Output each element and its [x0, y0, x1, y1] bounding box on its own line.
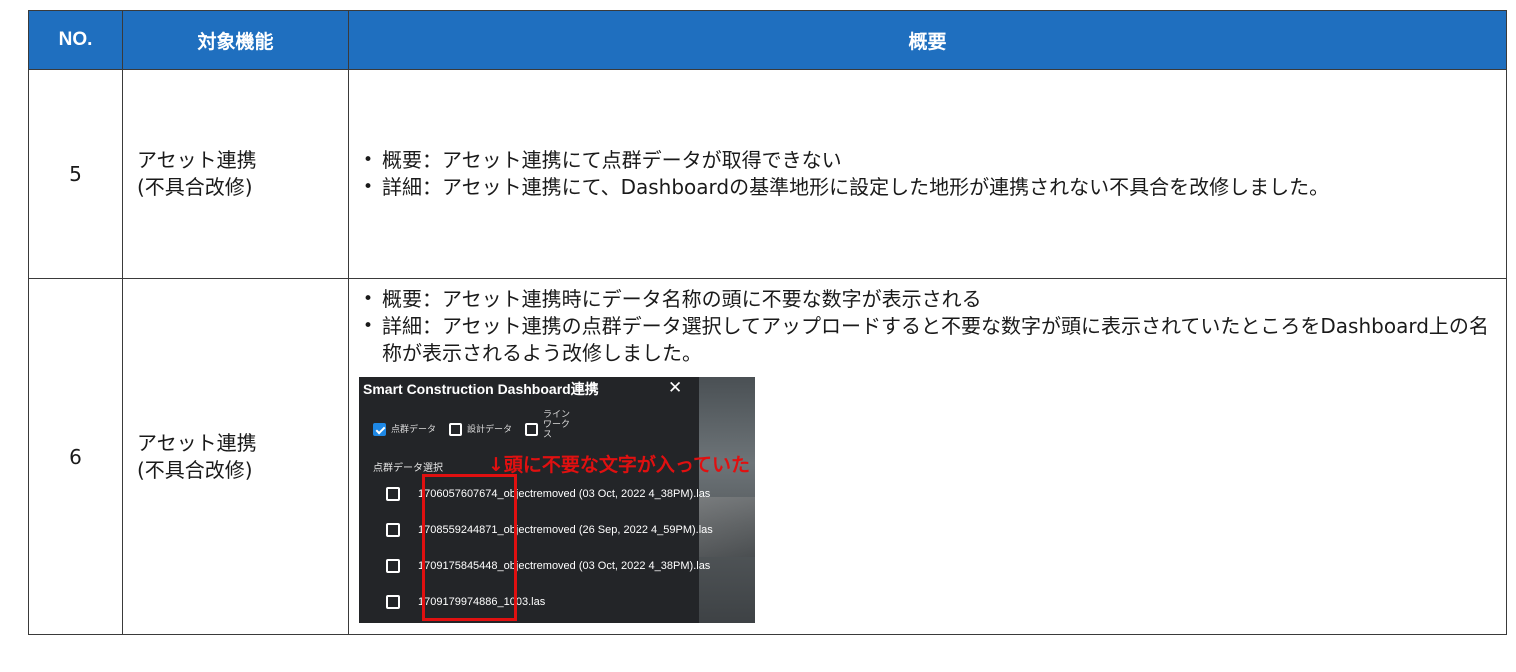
filter-linework[interactable]: ラインワークス	[525, 409, 577, 439]
checkbox-icon[interactable]	[525, 422, 538, 436]
detail-bullet: 詳細：アセット連携にて、Dashboardの基準地形に設定した地形が連携されない…	[359, 174, 1492, 201]
feature-name: アセット連携	[137, 148, 257, 172]
feature-cell: アセット連携 (不具合改修)	[122, 278, 349, 635]
summary-cell: 概要：アセット連携にて点群データが取得できない 詳細：アセット連携にて、Dash…	[348, 69, 1507, 279]
annotation-label: ↓頭に不要な文字が入っていた	[488, 454, 750, 476]
filter-label: ラインワークス	[543, 409, 571, 439]
header-summary: 概要	[348, 10, 1507, 70]
checkbox-icon[interactable]	[386, 595, 400, 609]
filter-label: 点群データ	[391, 424, 437, 434]
checkbox-checked-icon[interactable]	[373, 422, 386, 436]
dashboard-link-dialog: Smart Construction Dashboard連携 ✕ 点群データ 設…	[359, 377, 713, 623]
filter-point-cloud[interactable]: 点群データ	[373, 421, 436, 437]
summary-bullet: 概要：アセット連携時にデータ名称の頭に不要な数字が表示される	[359, 286, 1492, 313]
header-row: NO. 対象機能 概要	[28, 10, 1507, 70]
checkbox-icon[interactable]	[386, 523, 400, 537]
summary-bullet: 概要：アセット連携にて点群データが取得できない	[359, 147, 1492, 174]
filter-label: 設計データ	[467, 424, 513, 434]
feature-name: アセット連携	[137, 430, 257, 455]
dialog-title: Smart Construction Dashboard連携	[363, 381, 599, 397]
header-feature: 対象機能	[122, 10, 349, 70]
feature-cell: アセット連携 (不具合改修)	[122, 69, 349, 279]
header-no: NO.	[28, 10, 123, 70]
checkbox-icon[interactable]	[386, 487, 400, 501]
release-notes-table: NO. 対象機能 概要 5 アセット連携 (不具合改修) 概要：アセット連携にて…	[28, 10, 1507, 635]
embedded-screenshot: Smart Construction Dashboard連携 ✕ 点群データ 設…	[359, 377, 755, 623]
feature-type: (不具合改修)	[137, 457, 253, 482]
filter-design-data[interactable]: 設計データ	[449, 421, 512, 437]
close-icon[interactable]: ✕	[668, 379, 682, 397]
highlight-box	[422, 474, 517, 621]
row-number: 6	[28, 278, 123, 635]
summary-bullets: 概要：アセット連携にて点群データが取得できない 詳細：アセット連携にて、Dash…	[359, 147, 1492, 201]
checkbox-icon[interactable]	[386, 559, 400, 573]
feature-type: (不具合改修)	[137, 175, 253, 199]
row-number: 5	[28, 69, 123, 279]
detail-bullet: 詳細：アセット連携の点群データ選択してアップロードすると不要な数字が頭に表示され…	[359, 313, 1492, 367]
checkbox-icon[interactable]	[449, 422, 462, 436]
table-row: 6 アセット連携 (不具合改修) 概要：アセット連携時にデータ名称の頭に不要な数…	[28, 278, 1507, 635]
table-row: 5 アセット連携 (不具合改修) 概要：アセット連携にて点群データが取得できない…	[28, 69, 1507, 279]
summary-bullets: 概要：アセット連携時にデータ名称の頭に不要な数字が表示される 詳細：アセット連携…	[359, 286, 1492, 367]
